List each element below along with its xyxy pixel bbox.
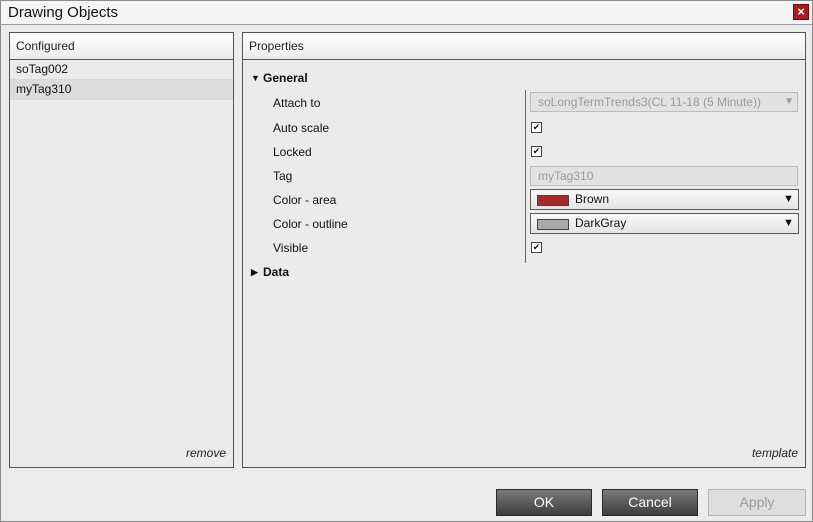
properties-panel: Properties ▼ General Attach to Auto scale…	[242, 32, 806, 468]
visible-checkbox[interactable]: ✔	[531, 242, 542, 253]
locked-checkbox[interactable]: ✔	[531, 146, 542, 157]
attach-to-select[interactable]: soLongTermTrends3(CL 11-18 (5 Minute)) ▼	[530, 92, 798, 112]
chevron-down-icon: ▼	[784, 96, 794, 107]
color-area-value: Brown	[575, 192, 610, 206]
visible-label: Visible	[273, 241, 309, 255]
property-column-divider	[525, 90, 526, 263]
color-swatch-darkgray	[537, 219, 569, 230]
category-data-label: Data	[263, 265, 290, 279]
configured-header: Configured	[10, 33, 233, 60]
template-link[interactable]: template	[752, 446, 798, 460]
remove-link[interactable]: remove	[186, 446, 226, 460]
category-data[interactable]: ▶ Data	[251, 262, 289, 282]
caret-right-icon: ▶	[251, 267, 258, 277]
attach-to-label: Attach to	[273, 96, 321, 110]
chevron-down-icon: ▼	[783, 193, 794, 205]
category-general[interactable]: ▼ General	[251, 68, 308, 88]
list-item-sotag002[interactable]: soTag002	[10, 60, 233, 80]
color-area-select[interactable]: Brown ▼	[530, 189, 799, 210]
cancel-button[interactable]: Cancel	[602, 489, 698, 516]
auto-scale-checkbox[interactable]: ✔	[531, 122, 542, 133]
drawing-objects-dialog: Drawing Objects × Configured soTag002 my…	[0, 0, 813, 522]
apply-button[interactable]: Apply	[708, 489, 806, 516]
caret-down-icon: ▼	[251, 73, 260, 83]
locked-label: Locked	[273, 145, 312, 159]
color-outline-label: Color - outline	[273, 217, 348, 231]
color-swatch-brown	[537, 195, 569, 206]
properties-header: Properties	[243, 33, 805, 60]
attach-to-value: soLongTermTrends3(CL 11-18 (5 Minute))	[538, 95, 761, 109]
ok-button[interactable]: OK	[496, 489, 592, 516]
chevron-down-icon: ▼	[783, 217, 794, 229]
window-title: Drawing Objects	[8, 4, 119, 21]
configured-panel: Configured soTag002 myTag310 remove	[9, 32, 234, 468]
category-general-label: General	[263, 71, 308, 85]
close-icon[interactable]: ×	[793, 4, 809, 20]
list-item-mytag310[interactable]: myTag310	[10, 80, 233, 100]
tag-label: Tag	[273, 169, 293, 183]
color-outline-value: DarkGray	[575, 216, 627, 230]
color-outline-select[interactable]: DarkGray ▼	[530, 213, 799, 234]
auto-scale-label: Auto scale	[273, 121, 330, 135]
title-bar: Drawing Objects ×	[1, 1, 812, 25]
color-area-label: Color - area	[273, 193, 337, 207]
tag-field[interactable]: myTag310	[530, 166, 798, 186]
